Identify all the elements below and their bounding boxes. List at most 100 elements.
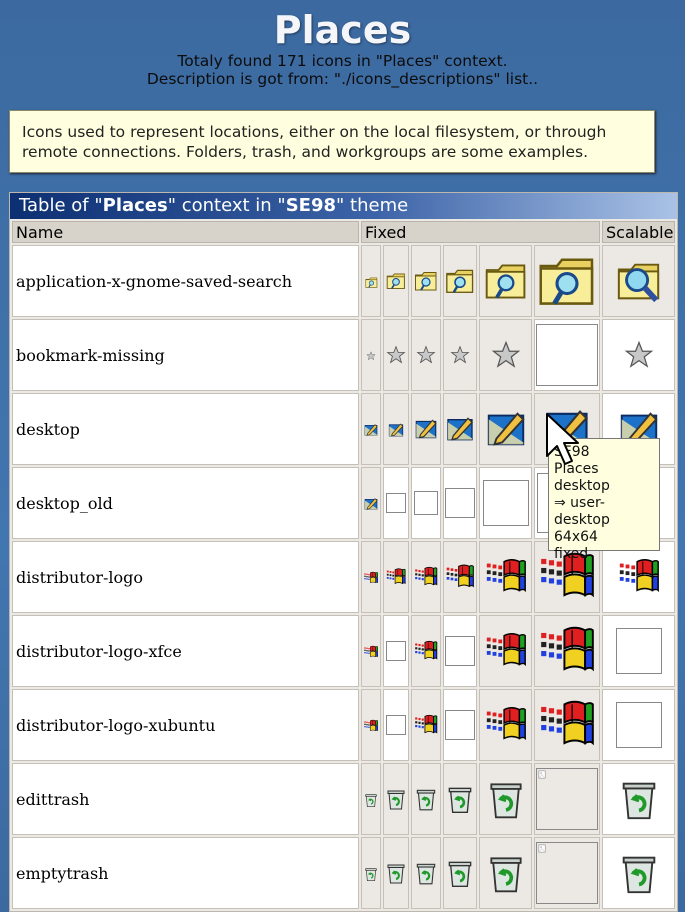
fixed-icon-cell[interactable]	[411, 467, 441, 539]
fixed-icon-cell[interactable]	[361, 763, 381, 835]
recycle-bin-icon[interactable]	[384, 861, 408, 885]
scalable-icon-cell[interactable]	[602, 319, 675, 391]
desktop-pen-icon[interactable]	[387, 421, 405, 439]
fixed-icon-cell[interactable]	[383, 837, 409, 909]
star-icon[interactable]	[366, 351, 376, 361]
star-icon[interactable]	[491, 340, 521, 370]
scalable-icon-cell[interactable]	[602, 837, 675, 909]
fixed-icon-cell[interactable]	[383, 615, 409, 687]
fixed-icon-cell[interactable]	[361, 467, 381, 539]
column-header-scalable[interactable]: Scalable	[602, 221, 675, 243]
recycle-bin-icon[interactable]	[363, 792, 379, 808]
column-header-fixed[interactable]: Fixed	[361, 221, 600, 243]
broken-image-icon[interactable]	[537, 843, 559, 865]
broken-image-icon[interactable]	[537, 769, 559, 791]
fixed-icon-cell[interactable]	[411, 615, 441, 687]
recycle-bin-icon[interactable]	[444, 857, 476, 889]
fixed-icon-cell[interactable]	[411, 837, 441, 909]
fixed-icon-cell[interactable]	[383, 319, 409, 391]
fixed-icon-cell[interactable]	[479, 319, 532, 391]
fixed-icon-cell[interactable]	[534, 763, 600, 835]
windows-flag-icon[interactable]	[536, 620, 598, 682]
fixed-icon-cell[interactable]	[361, 541, 381, 613]
windows-flag-icon[interactable]	[385, 566, 407, 588]
fixed-icon-cell[interactable]	[443, 245, 477, 317]
star-icon[interactable]	[386, 345, 406, 365]
desktop-pen-icon[interactable]	[483, 406, 529, 452]
fixed-icon-cell[interactable]	[383, 467, 409, 539]
fixed-icon-cell[interactable]	[479, 541, 532, 613]
fixed-icon-cell[interactable]	[411, 763, 441, 835]
windows-flag-icon[interactable]	[363, 644, 379, 660]
recycle-bin-icon[interactable]	[363, 866, 379, 882]
scalable-icon-cell[interactable]	[602, 763, 675, 835]
windows-flag-icon[interactable]	[413, 638, 439, 664]
fixed-icon-cell[interactable]	[411, 393, 441, 465]
fixed-icon-cell[interactable]	[411, 319, 441, 391]
fixed-icon-cell[interactable]	[443, 837, 477, 909]
recycle-bin-icon[interactable]	[616, 776, 662, 822]
fixed-icon-cell[interactable]	[361, 689, 381, 761]
fixed-icon-cell[interactable]	[383, 245, 409, 317]
star-icon[interactable]	[624, 340, 654, 370]
fixed-icon-cell[interactable]	[443, 393, 477, 465]
fixed-icon-cell[interactable]	[361, 837, 381, 909]
desktop-pen-icon[interactable]	[363, 422, 379, 438]
desktop-pen-icon[interactable]	[413, 416, 439, 442]
fixed-icon-cell[interactable]	[361, 319, 381, 391]
fixed-icon-cell[interactable]	[361, 615, 381, 687]
scalable-icon-cell[interactable]	[602, 615, 675, 687]
fixed-icon-cell[interactable]	[534, 837, 600, 909]
folder-search-icon[interactable]	[365, 276, 378, 289]
column-header-name[interactable]: Name	[12, 221, 359, 243]
recycle-bin-icon[interactable]	[484, 777, 528, 821]
desktop-pen-icon[interactable]	[444, 413, 476, 445]
fixed-icon-cell[interactable]	[443, 541, 477, 613]
fixed-icon-cell[interactable]	[479, 393, 532, 465]
folder-search-icon[interactable]	[484, 259, 528, 303]
star-icon[interactable]	[450, 345, 470, 365]
windows-flag-icon[interactable]	[483, 554, 529, 600]
fixed-icon-cell[interactable]	[411, 245, 441, 317]
recycle-bin-icon[interactable]	[413, 786, 439, 812]
fixed-icon-cell[interactable]	[443, 689, 477, 761]
recycle-bin-icon[interactable]	[484, 851, 528, 895]
fixed-icon-cell[interactable]	[383, 393, 409, 465]
fixed-icon-cell[interactable]	[411, 541, 441, 613]
folder-search-icon[interactable]	[386, 271, 406, 291]
fixed-icon-cell[interactable]	[443, 763, 477, 835]
fixed-icon-cell[interactable]	[443, 467, 477, 539]
recycle-bin-icon[interactable]	[616, 850, 662, 896]
fixed-icon-cell[interactable]	[443, 615, 477, 687]
star-icon[interactable]	[416, 345, 436, 365]
recycle-bin-icon[interactable]	[444, 783, 476, 815]
fixed-icon-cell[interactable]	[479, 467, 532, 539]
windows-flag-icon[interactable]	[536, 694, 598, 756]
fixed-icon-cell[interactable]	[479, 245, 532, 317]
folder-search-icon[interactable]	[537, 251, 597, 311]
fixed-icon-cell[interactable]	[361, 245, 381, 317]
fixed-icon-cell[interactable]	[443, 319, 477, 391]
fixed-icon-cell[interactable]	[479, 763, 532, 835]
fixed-icon-cell[interactable]	[479, 689, 532, 761]
windows-flag-icon[interactable]	[413, 564, 439, 590]
fixed-icon-cell[interactable]	[411, 689, 441, 761]
windows-flag-icon[interactable]	[363, 718, 379, 734]
folder-search-icon[interactable]	[445, 266, 475, 296]
fixed-icon-cell[interactable]	[479, 615, 532, 687]
desktop-pen-icon[interactable]	[363, 496, 379, 512]
fixed-icon-cell[interactable]	[383, 689, 409, 761]
fixed-icon-cell[interactable]	[534, 245, 600, 317]
windows-flag-icon[interactable]	[363, 570, 379, 586]
fixed-icon-cell[interactable]	[383, 541, 409, 613]
fixed-icon-cell[interactable]	[534, 689, 600, 761]
scalable-icon-cell[interactable]	[602, 689, 675, 761]
recycle-bin-icon[interactable]	[384, 787, 408, 811]
recycle-bin-icon[interactable]	[413, 860, 439, 886]
folder-search-icon[interactable]	[414, 269, 438, 293]
folder-search-icon[interactable]	[616, 258, 662, 304]
fixed-icon-cell[interactable]	[534, 319, 600, 391]
fixed-icon-cell[interactable]	[534, 615, 600, 687]
windows-flag-icon[interactable]	[483, 628, 529, 674]
fixed-icon-cell[interactable]	[383, 763, 409, 835]
